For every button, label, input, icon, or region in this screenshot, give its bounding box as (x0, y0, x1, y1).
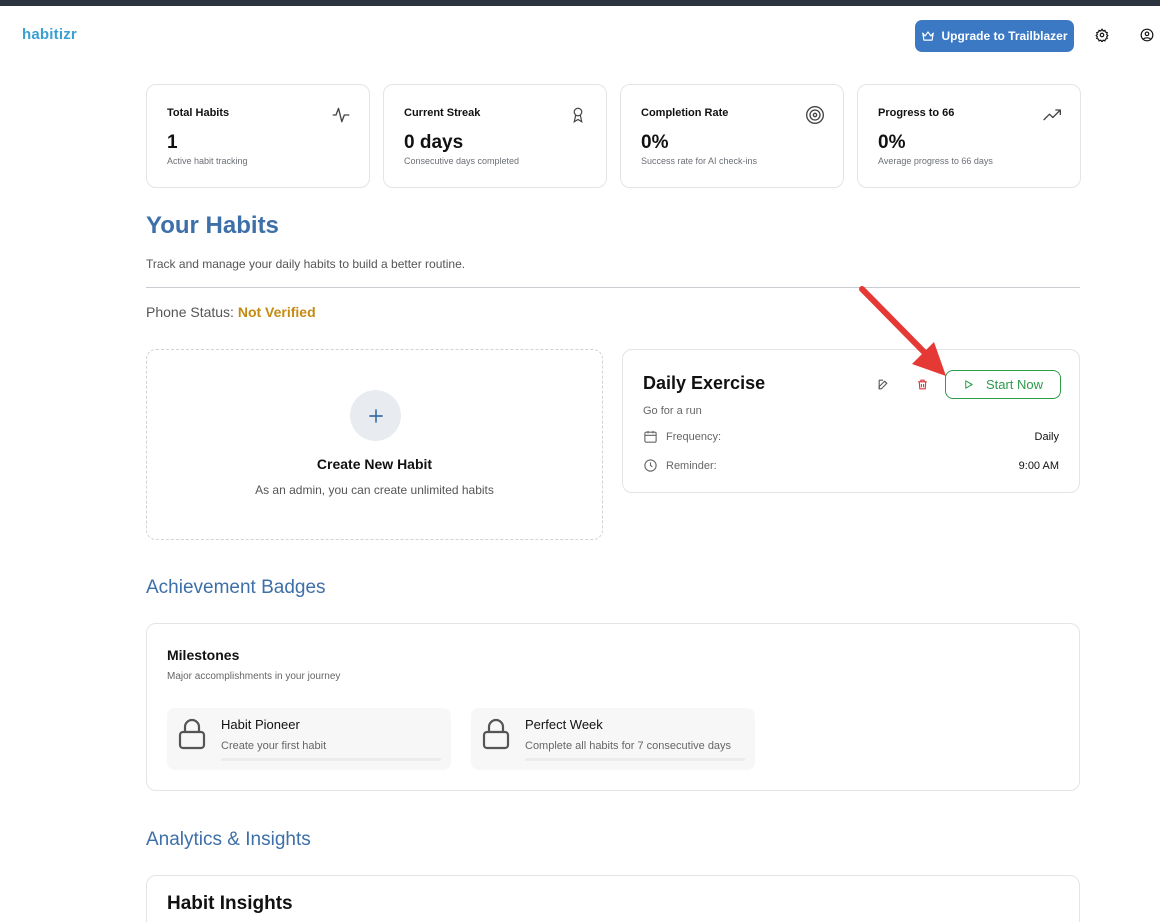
stat-title: Current Streak (404, 107, 481, 119)
stat-title: Progress to 66 (878, 107, 955, 119)
stat-sub: Consecutive days completed (404, 156, 520, 166)
stat-value: 0% (641, 132, 669, 153)
stat-card-current-streak: Current Streak 0 days Consecutive days c… (383, 84, 607, 188)
play-icon (965, 380, 973, 389)
phone-status-value: Not Verified (237, 304, 316, 320)
reminder-label: Reminder: (666, 459, 717, 472)
stat-card-progress-66: Progress to 66 0% Average progress to 66… (857, 84, 1081, 188)
edit-icon[interactable] (875, 376, 891, 392)
phone-status: Phone Status: Not Verified (146, 304, 316, 320)
phone-status-label: Phone Status: (146, 304, 234, 320)
calendar-icon (643, 429, 658, 444)
your-habits-heading: Your Habits (146, 212, 279, 239)
trending-up-icon (1042, 105, 1062, 125)
achievement-badges-heading: Achievement Badges (146, 577, 326, 598)
reminder-value: 9:00 AM (1018, 459, 1059, 472)
milestones-title: Milestones (167, 647, 240, 663)
gear-icon[interactable] (1094, 27, 1110, 43)
stat-sub: Success rate for AI check-ins (641, 156, 758, 166)
trash-icon[interactable] (914, 376, 930, 392)
habit-card-daily-exercise: Daily Exercise Start Now Go for a run Fr… (622, 349, 1080, 493)
habit-reminder-row: Reminder: 9:00 AM (643, 458, 1059, 473)
badge-subtitle: Create your first habit (221, 740, 327, 752)
badge-progress-bar (221, 758, 441, 761)
award-icon (568, 105, 588, 125)
start-now-button[interactable]: Start Now (945, 370, 1061, 399)
start-now-label: Start Now (985, 377, 1044, 392)
habit-name: Daily Exercise (643, 373, 766, 393)
frequency-value: Daily (1034, 430, 1059, 443)
badge-habit-pioneer: Habit Pioneer Create your first habit (167, 708, 451, 770)
lock-icon (482, 718, 510, 750)
stat-title: Total Habits (167, 107, 230, 119)
habit-frequency-row: Frequency: Daily (643, 429, 1059, 444)
stat-title: Completion Rate (641, 107, 729, 119)
lock-icon (178, 718, 206, 750)
milestones-card: Milestones Major accomplishments in your… (146, 623, 1080, 791)
user-circle-icon[interactable] (1139, 27, 1155, 43)
stat-sub: Active habit tracking (167, 156, 248, 166)
target-icon (805, 105, 825, 125)
your-habits-subtitle: Track and manage your daily habits to bu… (146, 257, 466, 271)
stat-value: 0% (878, 132, 906, 153)
create-habit-title: Create New Habit (316, 456, 433, 472)
milestones-subtitle: Major accomplishments in your journey (167, 671, 341, 682)
badge-progress-bar (525, 758, 745, 761)
stat-sub: Average progress to 66 days (878, 156, 993, 166)
badge-title: Perfect Week (525, 717, 603, 732)
stat-value: 1 (167, 132, 178, 153)
browser-top-strip (0, 0, 1160, 6)
badge-title: Habit Pioneer (221, 717, 300, 732)
upgrade-button[interactable]: Upgrade to Trailblazer (915, 20, 1074, 52)
clock-icon (643, 458, 658, 473)
plus-icon (350, 390, 401, 441)
badge-perfect-week: Perfect Week Complete all habits for 7 c… (471, 708, 755, 770)
frequency-label: Frequency: (666, 430, 722, 443)
stat-value: 0 days (404, 132, 464, 153)
stat-card-total-habits: Total Habits 1 Active habit tracking (146, 84, 370, 188)
analytics-heading: Analytics & Insights (146, 829, 311, 850)
crown-icon (922, 31, 935, 41)
habit-description: Go for a run (643, 405, 702, 417)
create-habit-card[interactable]: Create New Habit As an admin, you can cr… (146, 349, 603, 540)
habit-insights-title: Habit Insights (167, 893, 293, 914)
upgrade-label: Upgrade to Trailblazer (941, 29, 1068, 43)
badge-subtitle: Complete all habits for 7 consecutive da… (525, 740, 732, 752)
activity-icon (331, 105, 351, 125)
stat-card-completion-rate: Completion Rate 0% Success rate for AI c… (620, 84, 844, 188)
divider (146, 287, 1080, 288)
create-habit-subtitle: As an admin, you can create unlimited ha… (255, 483, 494, 497)
app-logo[interactable]: habitizr (22, 26, 77, 43)
habit-insights-card: Habit Insights (146, 875, 1080, 922)
